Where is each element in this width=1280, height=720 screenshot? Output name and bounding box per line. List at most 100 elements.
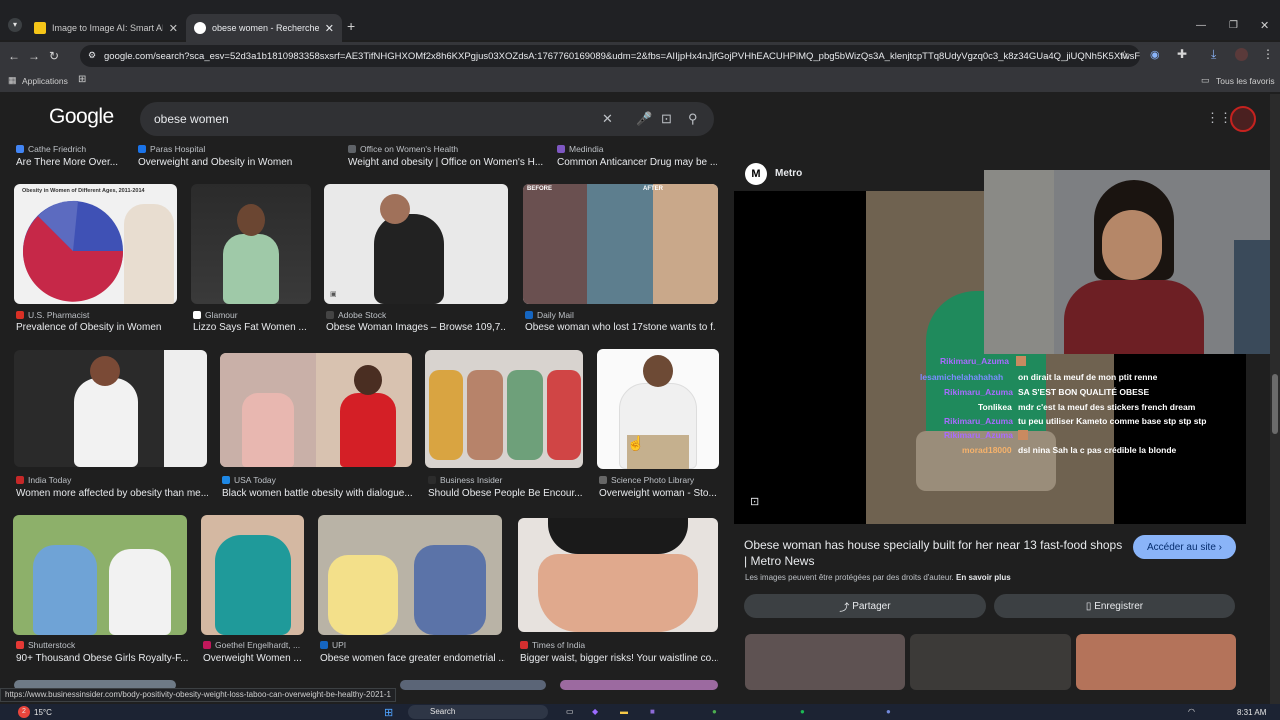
top-shape — [1064, 280, 1204, 354]
result-caption[interactable]: Prevalence of Obesity in Women — [16, 322, 186, 333]
related-image[interactable] — [1076, 634, 1236, 690]
result-caption[interactable]: Obese women face greater endometrial ... — [320, 653, 505, 664]
result-image[interactable] — [220, 353, 412, 467]
learn-more-link[interactable]: En savoir plus — [956, 573, 1011, 582]
visit-site-button[interactable]: Accéder au site › — [1133, 535, 1236, 559]
preview-title[interactable]: Obese woman has house specially built fo… — [744, 537, 1124, 569]
bookmark-all[interactable]: Tous les favoris — [1216, 76, 1275, 86]
save-button[interactable]: ▯ Enregistrer — [994, 594, 1235, 618]
copilot-icon[interactable]: ◆ — [592, 707, 598, 716]
site-info-icon[interactable]: ⚙ — [88, 50, 96, 61]
lens-search-icon[interactable]: ⊡ — [750, 495, 759, 508]
forward-icon[interactable]: → — [24, 49, 44, 63]
chat-user: morad18000 — [962, 445, 1012, 455]
extension-icon[interactable]: ◉ — [1150, 48, 1160, 61]
result-caption[interactable]: Women more affected by obesity than me..… — [16, 488, 208, 499]
tab-google-search[interactable]: obese women - Recherche Goo ✕ — [186, 14, 342, 42]
result-image[interactable] — [425, 350, 583, 468]
search-input[interactable]: obese women — [154, 112, 229, 126]
notification-badge[interactable]: 2 — [18, 706, 30, 718]
result-caption[interactable]: Lizzo Says Fat Women ... — [193, 322, 313, 333]
woman-photo — [124, 204, 174, 304]
menu-dots-icon[interactable]: ⋮ — [1262, 47, 1274, 61]
result-image[interactable] — [560, 680, 718, 690]
extensions-puzzle-icon[interactable]: ✚ — [1177, 47, 1187, 61]
chat-message: dsl nina Sah la c pas crédible la blonde — [1018, 445, 1177, 455]
publisher-name[interactable]: Metro — [775, 168, 802, 179]
share-button[interactable]: ⤴ Partager — [744, 594, 986, 618]
download-icon[interactable]: ⤓ — [1211, 47, 1216, 62]
result-caption[interactable]: Overweight woman - Sto... — [599, 488, 717, 499]
related-image[interactable] — [910, 634, 1071, 690]
result-image[interactable]: Obesity in Women of Different Ages, 2011… — [14, 184, 177, 304]
explorer-icon[interactable]: ▬ — [620, 707, 628, 716]
address-bar[interactable]: ⚙ google.com/search?sca_esv=52d3a1b18109… — [80, 45, 1140, 67]
taskbar-search[interactable]: Search — [408, 705, 548, 719]
related-image[interactable] — [745, 634, 905, 690]
result-caption[interactable]: Obese woman who lost 17stone wants to f.… — [525, 322, 715, 333]
back-icon[interactable]: ← — [4, 49, 24, 63]
visit-site-label: Accéder au site — [1146, 541, 1216, 553]
account-avatar[interactable] — [1230, 106, 1256, 132]
result-image[interactable] — [318, 515, 502, 635]
result-caption[interactable]: Obese Woman Images – Browse 109,7... — [326, 322, 506, 333]
result-image[interactable]: ▣ — [324, 184, 508, 304]
before-label: BEFORE — [527, 186, 553, 192]
bookmark-apps[interactable]: Applications — [22, 76, 68, 86]
result-caption[interactable]: Weight and obesity | Office on Women's H… — [348, 157, 548, 168]
result-caption[interactable]: Are There More Over... — [16, 157, 131, 168]
result-caption[interactable]: 90+ Thousand Obese Girls Royalty-F... — [16, 653, 188, 664]
scrollbar-thumb[interactable] — [1272, 374, 1278, 434]
profile-avatar[interactable] — [1235, 48, 1248, 61]
close-icon[interactable]: ✕ — [169, 22, 178, 35]
search-box[interactable]: obese women — [140, 102, 714, 136]
new-tab-button[interactable]: + — [347, 18, 355, 34]
wifi-icon[interactable]: ◠ — [1188, 707, 1195, 716]
app-icon[interactable]: ▭ — [566, 707, 574, 716]
weather-text[interactable]: 15°C — [34, 708, 52, 717]
google-apps-icon[interactable]: ⋮⋮ — [1206, 110, 1232, 126]
result-image[interactable] — [597, 349, 719, 469]
mic-icon[interactable]: 🎤 — [636, 111, 652, 127]
premiere-icon[interactable]: ■ — [650, 707, 655, 716]
tab-image-to-image[interactable]: Image to Image AI: Smart AI Im ✕ — [26, 14, 186, 42]
result-caption[interactable]: Black women battle obesity with dialogue… — [222, 488, 414, 499]
spotify-icon[interactable]: ● — [800, 707, 805, 716]
result-image[interactable] — [201, 515, 304, 635]
result-caption[interactable]: Overweight and Obesity in Women — [138, 157, 338, 168]
close-icon[interactable]: ✕ — [325, 22, 334, 35]
result-image[interactable] — [191, 184, 311, 304]
clear-icon[interactable]: ✕ — [602, 111, 613, 127]
result-image[interactable] — [400, 680, 546, 690]
google-logo[interactable]: Google — [49, 105, 114, 129]
result-source: Medindia — [557, 144, 604, 154]
maximize-icon[interactable]: ❐ — [1229, 20, 1238, 31]
result-source: Glamour — [193, 310, 238, 320]
result-image[interactable] — [518, 518, 718, 632]
clock-time[interactable]: 8:31 AM — [1237, 708, 1266, 717]
minimize-icon[interactable]: — — [1196, 20, 1206, 31]
warning-icon — [34, 22, 46, 34]
search-icon[interactable]: ⚲ — [688, 111, 698, 127]
image-chart-title: Obesity in Women of Different Ages, 2011… — [22, 188, 145, 194]
result-image[interactable]: BEFORE AFTER — [523, 184, 718, 304]
page-scrollbar[interactable] — [1270, 94, 1280, 704]
discord-icon[interactable]: ● — [886, 707, 891, 716]
tab-search-icon[interactable]: ▾ — [8, 18, 22, 32]
figure-yellow — [429, 370, 463, 460]
dress-shape — [242, 393, 294, 467]
reload-icon[interactable]: ↻ — [44, 49, 64, 63]
bookmark-star-icon[interactable]: ☆ — [1119, 48, 1130, 62]
result-image[interactable] — [14, 350, 207, 467]
result-source: Daily Mail — [525, 310, 574, 320]
result-image[interactable] — [13, 515, 187, 635]
result-caption[interactable]: Bigger waist, bigger risks! Your waistli… — [520, 653, 718, 664]
result-caption[interactable]: Common Anticancer Drug may be ... — [557, 157, 717, 168]
windows-start-icon[interactable]: ⊞ — [384, 706, 393, 719]
close-window-icon[interactable]: ✕ — [1260, 19, 1269, 32]
lens-icon[interactable]: ⊡ — [661, 111, 672, 127]
chrome-icon[interactable]: ● — [712, 707, 717, 716]
result-caption[interactable]: Overweight Women ... — [203, 653, 305, 664]
result-caption[interactable]: Should Obese People Be Encour... — [428, 488, 583, 499]
tab-groups-icon[interactable]: ⊞ — [78, 74, 86, 85]
